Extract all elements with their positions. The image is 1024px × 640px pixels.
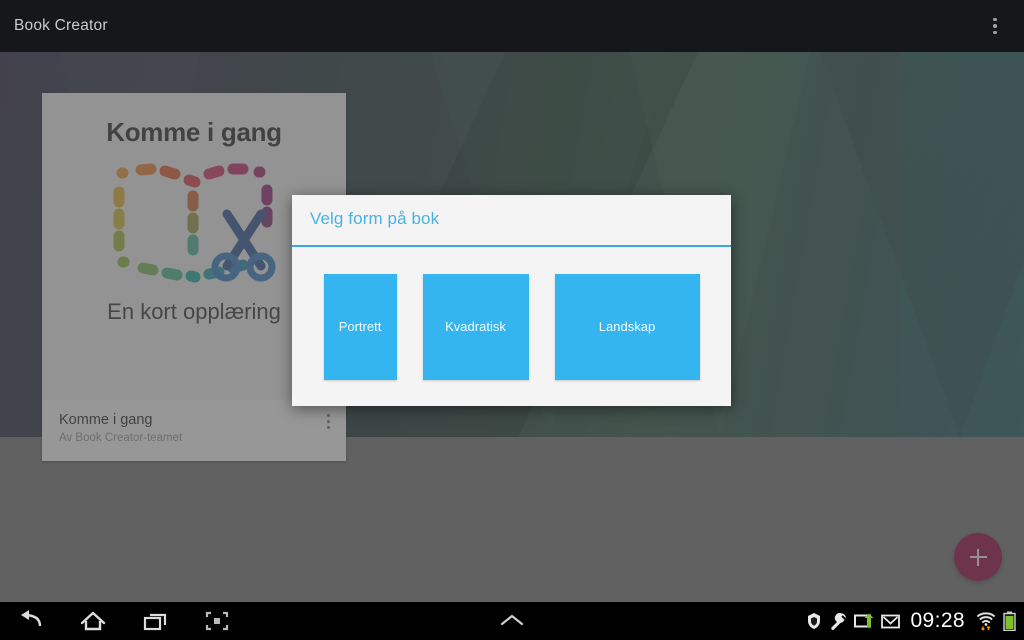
navigation-buttons [0,602,234,640]
clock: 09:28 [910,609,965,632]
shape-option-landscape[interactable]: Landskap [554,273,700,380]
android-screen: Komme i gang [0,0,1024,640]
dialog-options: Portrett Kvadratisk Landskap [292,247,731,406]
back-icon[interactable] [14,606,48,636]
choose-book-shape-dialog: Velg form på bok Portrett Kvadratisk Lan… [292,195,731,406]
dialog-title: Velg form på bok [310,209,440,228]
app-title: Book Creator [14,17,108,34]
usb-transfer-icon [854,613,874,629]
shape-option-label: Kvadratisk [445,319,506,334]
shape-option-label: Portrett [338,319,382,334]
shape-option-label: Landskap [598,319,656,334]
home-icon[interactable] [76,606,110,636]
shield-icon [806,612,822,630]
gmail-icon [881,614,901,629]
shape-option-square[interactable]: Kvadratisk [422,273,529,380]
system-bar: 09:28 [0,602,1024,640]
screenshot-icon[interactable] [200,606,234,636]
overflow-menu-icon[interactable] [978,0,1012,52]
battery-icon [1003,611,1016,631]
wifi-icon [976,611,996,631]
recent-apps-icon[interactable] [138,606,172,636]
shape-option-portrait[interactable]: Portrett [323,273,397,380]
status-icons[interactable]: 09:28 [806,602,1016,640]
chevron-up-icon[interactable] [495,606,529,636]
wrench-icon [829,612,847,630]
app-action-bar: Book Creator [0,0,1024,52]
